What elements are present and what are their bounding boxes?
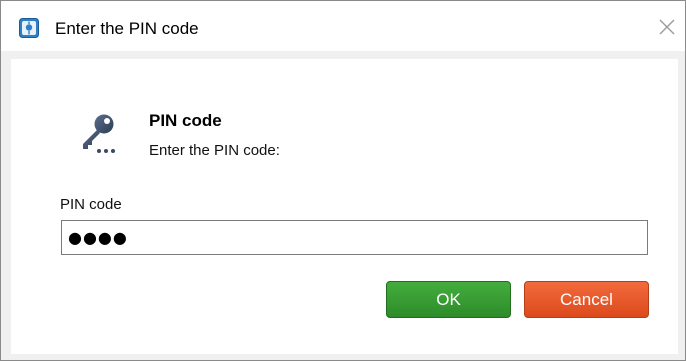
ok-button[interactable]: OK	[386, 281, 511, 318]
close-icon	[659, 19, 675, 35]
title-bar[interactable]: Enter the PIN code	[1, 1, 685, 51]
cancel-button[interactable]: Cancel	[524, 281, 649, 318]
pin-field-label: PIN code	[60, 196, 122, 213]
dialog-content: PIN code Enter the PIN code: PIN code OK…	[11, 59, 678, 354]
window-title: Enter the PIN code	[55, 19, 199, 38]
dialog-heading: PIN code	[149, 111, 222, 130]
pin-dialog-window: Enter the PIN code PIN code Enter the PI…	[0, 0, 686, 361]
close-button[interactable]	[649, 11, 685, 43]
key-icon	[75, 109, 123, 157]
pin-input[interactable]	[61, 220, 648, 255]
app-logo-icon	[19, 18, 39, 38]
dialog-subheading: Enter the PIN code:	[149, 142, 280, 159]
